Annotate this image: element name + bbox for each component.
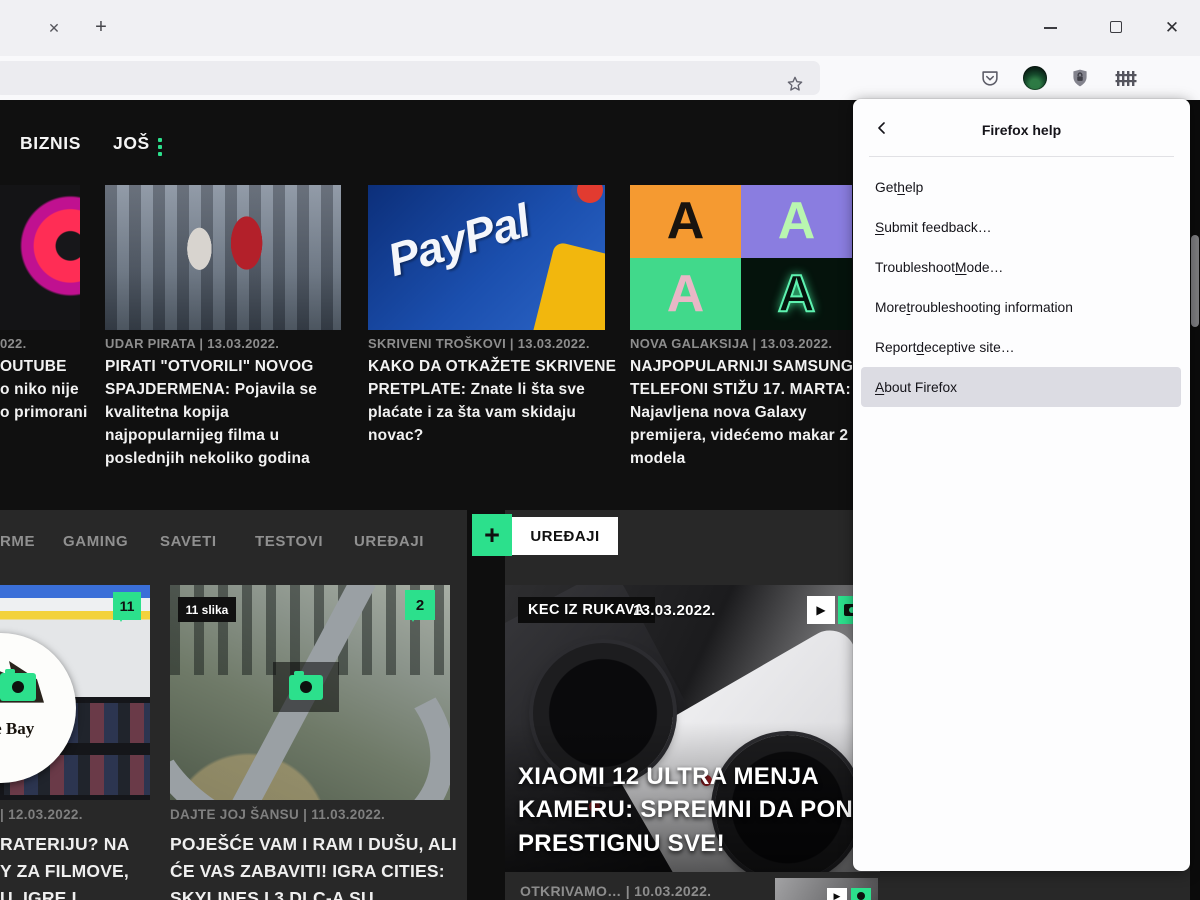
menu-item-report-deceptive-site[interactable]: Report deceptive site… [861,327,1181,367]
firefox-help-panel: Firefox help Get help Submit feedback… T… [853,99,1190,871]
article-kicker: NOVA GALAKSIJA | 13.03.2022. [630,336,870,351]
bookmark-star-icon[interactable] [785,74,805,94]
window-close-button[interactable]: ✕ [1158,14,1186,42]
plus-icon[interactable]: + [472,514,512,556]
section-title[interactable]: UREĐAJI [512,517,618,555]
article-kicker: | 12.03.2022. [0,807,150,822]
camera-icon [289,675,323,700]
tab-close-icon[interactable]: ✕ [42,16,66,40]
samsung-letter: A [630,258,741,331]
camera-overlay[interactable] [273,662,339,712]
nav-item-jos[interactable]: JOŠ [113,133,150,154]
photo-count-badge: 11 slika [178,597,236,622]
menu-list: Get help Submit feedback… Troubleshoot M… [861,167,1181,407]
article-image-samsung[interactable]: A A A A [630,185,852,330]
article-headline[interactable]: KAKO DA OTKAŽETE SKRIVENE PRETPLATE: Zna… [368,355,618,447]
article-headline[interactable]: POJEŠĆE VAM I RAM I DUŠU, ALI ĆE VAS ZAB… [170,831,462,900]
panel-title: Firefox help [853,122,1190,138]
paypal-logo-text: PayPal [381,193,535,287]
restore-button[interactable] [1110,21,1122,33]
article-headline[interactable]: OUTUBE o niko nije o primorani [0,355,102,424]
article-thumbnail[interactable]: ▶ [775,878,878,900]
new-tab-button[interactable]: + [88,14,114,40]
article-kicker: SKRIVENI TROŠKOVI | 13.03.2022. [368,336,613,351]
pocket-icon[interactable] [973,59,1007,97]
browser-window: ✕ + ✕ [0,0,1200,900]
article-image-paypal[interactable]: PayPal [368,185,605,330]
gallery-count-badge: 2 [405,590,435,620]
feature-headline[interactable]: XIAOMI 12 ULTRA MENJA KAMERU: SPREMNI DA… [518,760,880,861]
kebab-menu-icon[interactable] [158,138,162,159]
tab-firme[interactable]: RME [0,533,35,550]
article-image-xiaomi[interactable]: KEC IZ RUKAVA 13.03.2022. ▶ XIAOMI 12 UL… [505,585,880,872]
tab-saveti[interactable]: SAVETI [160,533,217,550]
tab-uredjaji[interactable]: UREĐAJI [354,533,424,550]
article-kicker: OTKRIVAMO… | 10.03.2022. [520,883,711,899]
menu-item-about-firefox[interactable]: About Firefox [861,367,1181,407]
nav-item-biznis[interactable]: BIZNIS [20,133,81,154]
camera-button[interactable] [851,888,871,900]
article-kicker: DAJTE JOJ ŠANSU | 11.03.2022. [170,807,455,822]
article-headline[interactable]: RATERIJU? NA Y ZA FILMOVE, U, IGRE I [0,831,150,900]
url-bar[interactable] [0,61,820,95]
paypal-card-graphic [529,241,605,330]
account-avatar[interactable] [1018,59,1052,97]
panel-divider [869,156,1174,157]
article-headline[interactable]: NAJPOPULARNIJI SAMSUNG TELEFONI STIŽU 17… [630,355,868,470]
samsung-letter: A [741,258,852,331]
scrollbar-track[interactable] [1190,100,1200,900]
tab-bar: ✕ + ✕ [0,0,1200,56]
gallery-count-badge: 11 [113,592,141,620]
section-divider [467,510,505,900]
tab-testovi[interactable]: TESTOVI [255,533,323,550]
camera-icon [0,673,36,701]
browser-toolbar [0,56,1200,100]
piratebay-logo-text: irate Bay [0,719,76,739]
article-kicker: 022. [0,336,90,351]
menu-item-more-troubleshooting[interactable]: More troubleshooting information [861,287,1181,327]
play-button[interactable]: ▶ [827,888,847,900]
article-image-spiderman[interactable] [105,185,341,330]
samsung-letter: A [630,185,741,258]
menu-item-troubleshoot-mode[interactable]: Troubleshoot Mode… [861,247,1181,287]
article-kicker: UDAR PIRATA | 13.03.2022. [105,336,345,351]
article-headline[interactable]: PIRATI "OTVORILI" NOVOG SPAJDERMENA: Poj… [105,355,333,470]
minimize-button[interactable] [1044,27,1057,29]
fence-extension-icon[interactable] [1108,59,1142,97]
play-button[interactable]: ▶ [807,596,835,624]
feature-date: 13.03.2022. [633,602,716,619]
avatar-image [1023,66,1047,90]
tab-gaming[interactable]: GAMING [63,533,128,550]
menu-item-get-help[interactable]: Get help [861,167,1181,207]
mastercard-logo [577,185,603,203]
samsung-letter: A [741,185,852,258]
menu-item-submit-feedback[interactable]: Submit feedback… [861,207,1181,247]
article-image-cut[interactable] [0,185,80,330]
scrollbar-thumb[interactable] [1191,235,1199,327]
shield-lock-extension-icon[interactable] [1063,59,1097,97]
